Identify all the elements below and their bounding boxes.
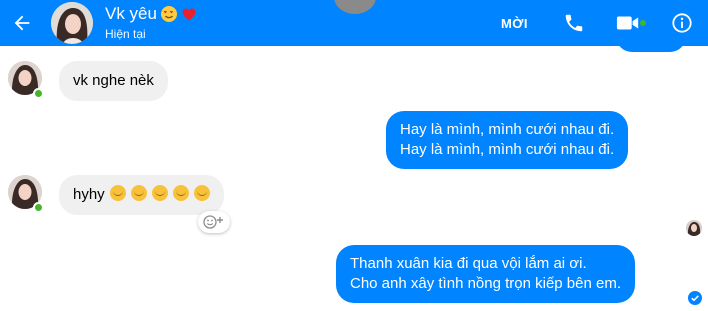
contact-name-row: Vk yêu	[105, 4, 197, 24]
message-bubble-incoming[interactable]: hyhy	[59, 175, 224, 215]
message-text-line: Hay là mình, mình cưới nhau đi.	[400, 121, 615, 138]
online-indicator	[33, 88, 44, 99]
smiling-blush-emoji-icon	[172, 185, 189, 201]
delivered-check-icon	[688, 291, 702, 305]
back-button[interactable]	[0, 0, 44, 46]
heart-eyes-emoji-icon	[160, 6, 177, 22]
contact-name: Vk yêu	[105, 4, 157, 23]
message-text-line: Thanh xuân kia đi qua vội lắm ai ơi.	[350, 255, 587, 272]
contact-info[interactable]: Vk yêu Hiện tại	[105, 4, 197, 42]
message-bubble-outgoing[interactable]: Thanh xuân kia đi qua vội lắm ai ơi. Cho…	[336, 245, 636, 303]
smiling-blush-emoji-icon	[193, 185, 210, 201]
contact-status: Hiện tại	[105, 27, 146, 41]
online-indicator	[33, 202, 44, 213]
message-text: hyhy	[73, 186, 105, 203]
active-dot	[640, 20, 646, 26]
add-reaction-button[interactable]	[198, 211, 230, 233]
back-arrow-icon	[14, 15, 30, 31]
message-bubble-outgoing[interactable]: Hay là mình, mình cưới nhau đi. Hay là m…	[386, 111, 629, 169]
chat-screen: Vk yêu Hiện tại MỜI vk nghe nèk Hay là m…	[0, 0, 708, 311]
phone-icon	[565, 14, 583, 32]
seen-avatar-photo	[686, 220, 702, 236]
message-text: vk nghe nèk	[73, 72, 154, 89]
smiling-blush-emoji-icon	[130, 185, 147, 201]
add-reaction-icon	[203, 215, 223, 229]
check-mark	[691, 295, 699, 302]
smiling-blush-emoji-icon	[151, 185, 168, 201]
smiling-blush-emoji-icon	[109, 185, 126, 201]
voice-call-button[interactable]	[562, 11, 586, 35]
contact-avatar[interactable]	[51, 2, 93, 44]
info-button[interactable]	[670, 11, 694, 35]
info-icon	[672, 13, 692, 33]
invite-button[interactable]: MỜI	[501, 16, 528, 31]
message-bubble-incoming[interactable]: vk nghe nèk	[59, 61, 168, 101]
video-call-button[interactable]	[616, 11, 646, 35]
video-camera-icon	[616, 16, 639, 30]
previous-message-bubble	[616, 36, 686, 52]
contact-photo	[51, 2, 93, 44]
seen-receipt-avatar	[686, 220, 702, 236]
message-text-line: Hay là mình, mình cưới nhau đi.	[400, 141, 615, 158]
red-heart-emoji-icon	[182, 8, 196, 21]
message-text-line: Cho anh xây tình nồng trọn kiếp bên em.	[350, 275, 622, 292]
